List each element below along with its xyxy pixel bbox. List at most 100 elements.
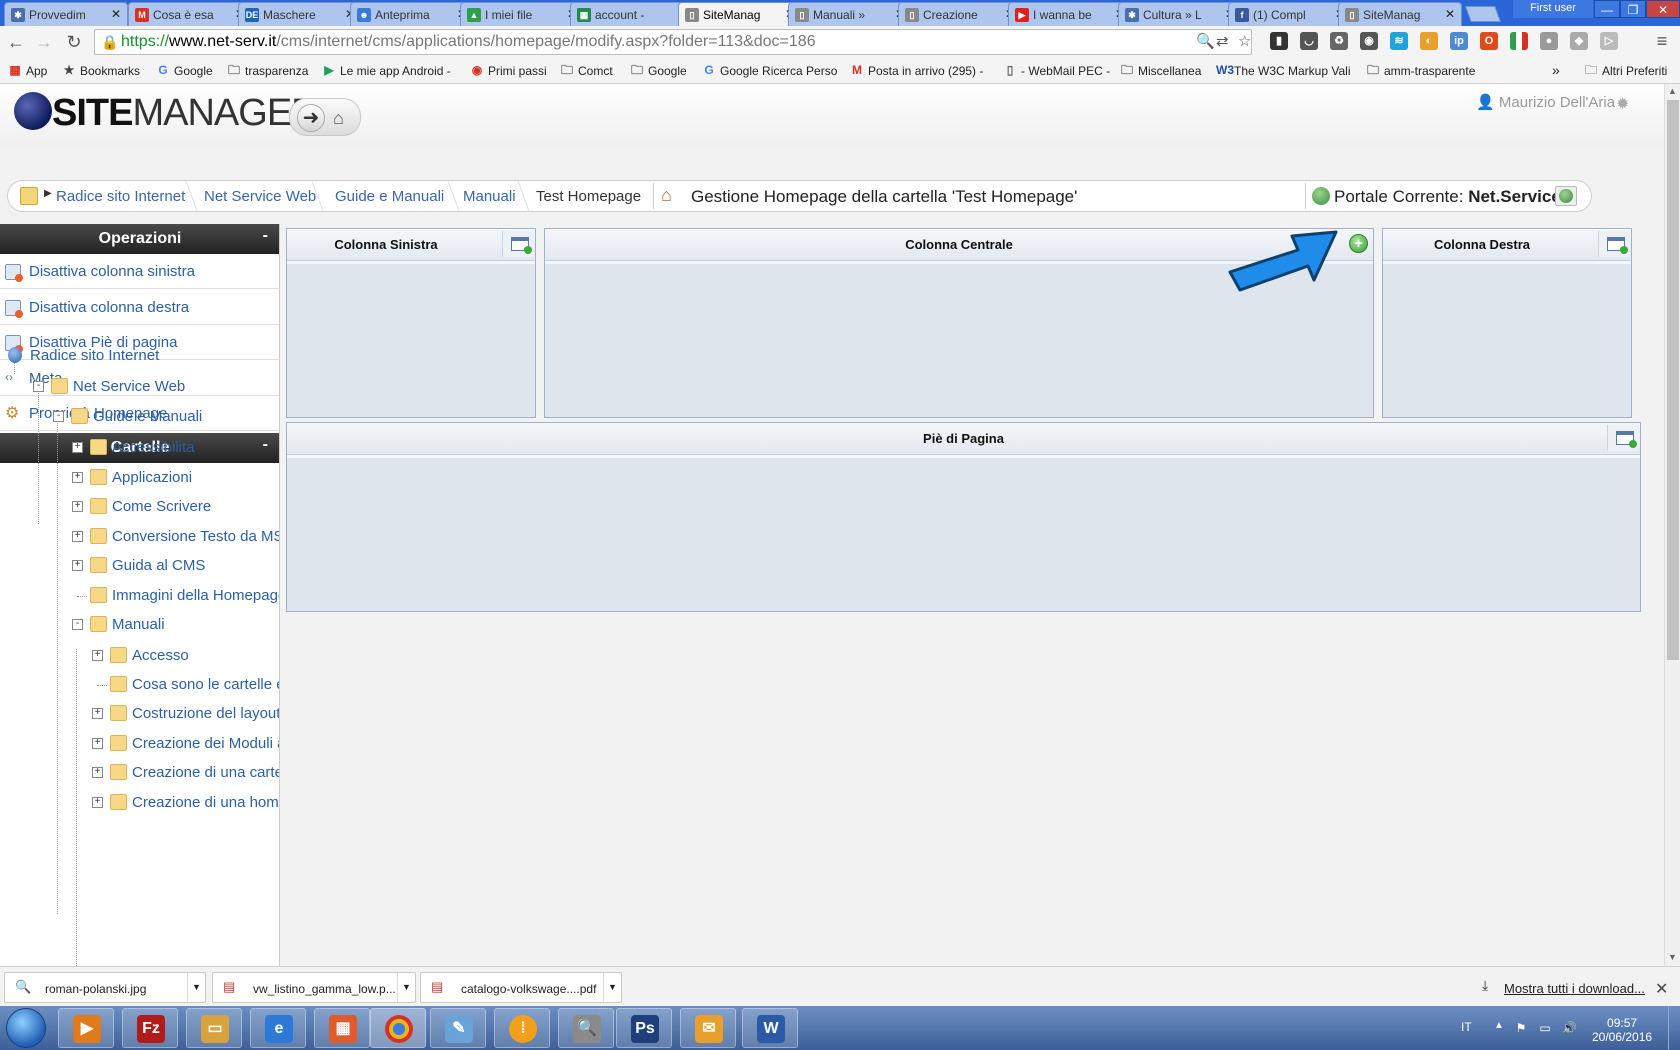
tree-item[interactable]: Net Service Web — [51, 377, 279, 397]
restore-window-button[interactable]: ❐ — [1620, 0, 1646, 18]
scroll-up-icon[interactable]: ▲ — [1668, 86, 1677, 96]
browser-tab[interactable]: ☻Anteprima✕ — [350, 2, 474, 26]
tree-item[interactable]: Accesso — [110, 646, 279, 666]
tree-item[interactable]: Guide e Manuali — [71, 407, 279, 427]
eye-extension-icon[interactable]: ◉ — [1360, 32, 1378, 50]
browser-tab[interactable]: ▯Manuali » ✕ — [788, 2, 912, 26]
browser-tab[interactable]: DEMaschere✕ — [238, 2, 362, 26]
scrollbar-thumb[interactable] — [1667, 100, 1679, 660]
bookmark-item[interactable]: G Google Ricerca Perso — [702, 64, 837, 79]
menu-icon[interactable]: ≡ — [1653, 32, 1671, 50]
bookmark-item[interactable]: ▦ App — [8, 64, 47, 79]
expand-node-icon[interactable]: + — [72, 442, 83, 453]
close-downloads-bar-icon[interactable]: ✕ — [1655, 979, 1668, 999]
expand-node-icon[interactable]: + — [92, 797, 103, 808]
close-window-button[interactable]: ✕ — [1646, 0, 1680, 18]
user-name[interactable]: 👤 Maurizio Dell'Aria — [1476, 93, 1615, 111]
tree-item[interactable]: Costruzione del layout del — [110, 704, 279, 724]
download-menu-chevron-icon[interactable]: ▼ — [187, 973, 205, 1002]
browser-tab[interactable]: ▶I wanna be✕ — [1008, 2, 1132, 26]
tree-item[interactable]: Come Scrivere — [90, 497, 279, 517]
profile-button[interactable]: First user — [1513, 0, 1593, 18]
expand-node-icon[interactable]: + — [72, 501, 83, 512]
expand-node-icon[interactable]: + — [92, 650, 103, 661]
operation-item[interactable]: Disattiva colonna destra — [0, 290, 279, 325]
browser-tab[interactable]: ▯SiteManag✕ — [678, 2, 802, 26]
download-item[interactable]: 🔍 roman-polanski.jpg ▼ — [4, 972, 206, 1003]
expand-node-icon[interactable]: + — [72, 531, 83, 542]
start-button[interactable] — [6, 1008, 46, 1048]
tree-item[interactable]: Cosa sono le cartelle e le — [110, 675, 279, 695]
bookmark-item[interactable]: 🗀 trasparenza — [227, 64, 308, 79]
browser-tab[interactable]: ✱Cultura » L✕ — [1118, 2, 1242, 26]
change-portal-button[interactable] — [1555, 186, 1577, 206]
hp-extension-icon[interactable]: ≋ — [1390, 32, 1408, 50]
folder-icon[interactable] — [20, 187, 38, 205]
hola-extension-icon[interactable]: ◐ — [1420, 32, 1438, 50]
bookmark-item[interactable]: 🗀 Google — [630, 64, 687, 79]
bookmarks-overflow-button[interactable]: » — [1552, 62, 1560, 78]
show-hidden-icons-icon[interactable]: ▲ — [1494, 1020, 1504, 1031]
office-icon[interactable]: O — [1480, 32, 1498, 50]
outlook-taskbar-button[interactable]: ✉ — [680, 1008, 736, 1048]
settings-gear-icon[interactable]: ✹ — [1616, 94, 1629, 114]
bookmark-star-icon[interactable]: ☆ — [1238, 32, 1251, 50]
extension-icon-1[interactable]: ▮ — [1270, 32, 1288, 50]
browser-tab[interactable]: ▦account - ✕ — [570, 2, 694, 26]
network-icon[interactable]: ▭ — [1538, 1021, 1552, 1035]
bookmark-item[interactable]: ▯ - WebMail PEC - — [1003, 64, 1110, 79]
photo-viewer-taskbar-button[interactable]: 🔍 — [558, 1008, 614, 1048]
extension-grey-icon[interactable]: ● — [1540, 32, 1558, 50]
recycle-extension-icon[interactable]: ♻ — [1330, 32, 1348, 50]
show-all-downloads-link[interactable]: Mostra tutti i download... — [1504, 981, 1645, 996]
collapse-node-icon[interactable]: - — [53, 411, 64, 422]
play-extension-icon[interactable]: ▷ — [1600, 32, 1618, 50]
download-item[interactable]: ▤ vw_listino_gamma_low.p... ▼ — [212, 972, 416, 1003]
media-player-taskbar-button[interactable]: ▶ — [58, 1008, 114, 1048]
tree-item[interactable]: Guida al CMS — [90, 556, 279, 576]
input-language-indicator[interactable]: IT — [1461, 1020, 1472, 1034]
expand-node-icon[interactable]: + — [92, 708, 103, 719]
explorer-taskbar-button[interactable]: ▭ — [186, 1008, 242, 1048]
browser-tab[interactable]: ▲I miei file✕ — [460, 2, 584, 26]
tree-item[interactable]: Manuali — [90, 615, 279, 635]
add-module-center-button[interactable]: + — [1349, 234, 1368, 253]
browser-tab[interactable]: ▯Creazione ✕ — [898, 2, 1022, 26]
bookmark-item[interactable]: M Posta in arrivo (295) - — [850, 64, 983, 79]
bookmark-item[interactable]: W3 The W3C Markup Vali — [1216, 64, 1350, 79]
minimize-window-button[interactable]: — — [1594, 0, 1620, 18]
browser-tab[interactable]: MCosa è esa✕ — [128, 2, 252, 26]
address-bar[interactable]: 🔒 https://www.net-serv.it/cms/internet/cm… — [94, 29, 1252, 55]
system-clock[interactable]: 09:57 20/06/2016 — [1592, 1016, 1652, 1044]
tree-item[interactable]: Conversione Testo da MS.Word — [90, 527, 279, 547]
apps-taskbar-button[interactable]: ▦ — [314, 1008, 370, 1048]
new-tab-button[interactable] — [1465, 6, 1501, 22]
tree-item[interactable]: Creazione di una cartella — [110, 763, 279, 783]
pocket-icon[interactable]: ◡ — [1300, 32, 1318, 50]
add-module-footer-button[interactable] — [1607, 425, 1639, 451]
expand-node-icon[interactable]: + — [72, 560, 83, 571]
page-scrollbar[interactable]: ▲ ▼ — [1664, 84, 1680, 966]
reload-button[interactable]: ↻ — [62, 30, 86, 54]
close-tab-icon[interactable]: ✕ — [111, 7, 121, 21]
volume-icon[interactable]: 🔊 — [1562, 1021, 1577, 1035]
dropbox-icon[interactable]: ◆ — [1570, 32, 1588, 50]
expand-node-icon[interactable]: + — [72, 472, 83, 483]
bookmark-item[interactable]: 🗀 amm-trasparente — [1366, 64, 1475, 79]
tree-item[interactable]: Applicazioni — [90, 468, 279, 488]
collapse-node-icon[interactable]: - — [33, 381, 44, 392]
filezilla-taskbar-button[interactable]: Fz — [122, 1008, 178, 1048]
bookmark-item[interactable]: ▶ Le mie app Android - — [322, 64, 450, 79]
ie-taskbar-button[interactable]: e — [250, 1008, 306, 1048]
caret-right-icon[interactable]: ▶ — [44, 188, 52, 199]
download-menu-chevron-icon[interactable]: ▼ — [397, 973, 415, 1002]
right-column[interactable]: Colonna Destra — [1382, 228, 1632, 418]
operation-item[interactable]: Disattiva colonna sinistra — [0, 254, 279, 289]
bookmark-item[interactable]: 🗀 Miscellanea — [1120, 64, 1201, 79]
footer-column[interactable]: Piè di Pagina — [286, 422, 1641, 612]
other-bookmarks-folder[interactable]: 🗀 Altri Preferiti — [1584, 64, 1667, 79]
tree-item[interactable]: Creazione dei Moduli all'in — [110, 734, 279, 754]
bookmark-item[interactable]: ◉ Primi passi — [470, 64, 547, 79]
close-tab-icon[interactable]: ✕ — [1445, 7, 1455, 21]
notepad-taskbar-button[interactable]: ✎ — [430, 1008, 486, 1048]
